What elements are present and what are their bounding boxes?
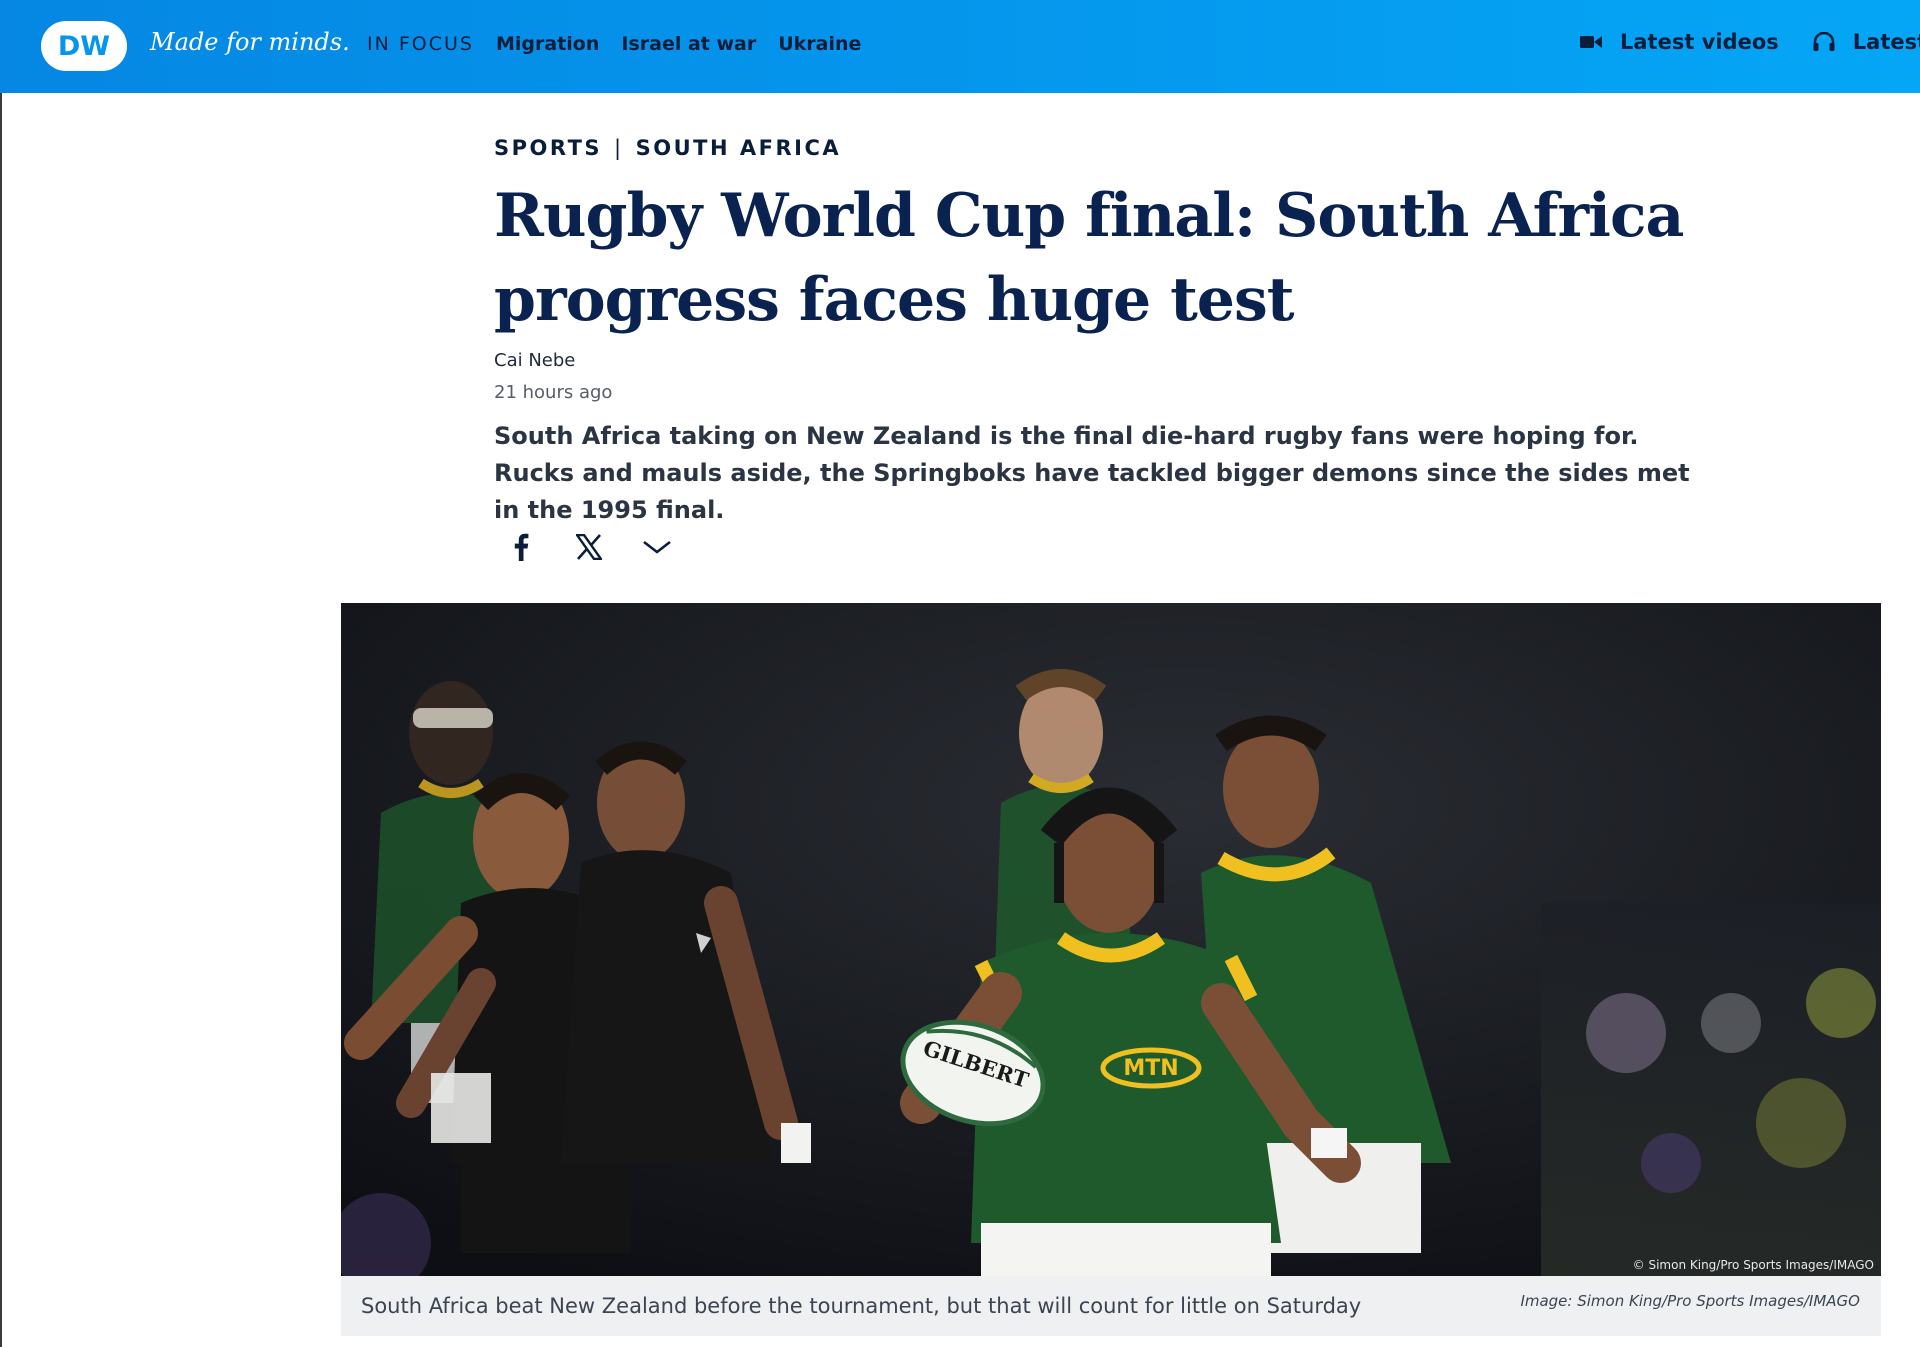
share-x-button[interactable] — [574, 530, 604, 564]
image-caption-bar: South Africa beat New Zealand before the… — [341, 1276, 1881, 1336]
headphones-icon — [1813, 32, 1835, 51]
nav-link-israel-at-war[interactable]: Israel at war — [621, 33, 756, 55]
latest-audio-label: Latest — [1852, 30, 1920, 54]
article-hero-image[interactable]: MTN GILBERT © Simon King/Pro Sports Imag… — [341, 603, 1881, 1276]
image-overlay-credit: © Simon King/Pro Sports Images/IMAGO — [1632, 1258, 1874, 1272]
facebook-icon — [514, 533, 529, 561]
kicker-link-sports[interactable]: SPORTS — [494, 136, 602, 160]
page-left-border — [0, 93, 2, 1347]
dw-logo-icon: DW — [41, 21, 127, 71]
article-kicker: SPORTS | SOUTH AFRICA — [494, 136, 841, 160]
kicker-link-south-africa[interactable]: SOUTH AFRICA — [636, 136, 842, 160]
nav-link-migration[interactable]: Migration — [496, 33, 599, 55]
dw-logo[interactable]: DW — [40, 20, 128, 72]
latest-videos-label: Latest videos — [1620, 30, 1779, 54]
latest-videos-link[interactable]: Latest videos — [1580, 30, 1779, 54]
article-headline: Rugby World Cup final: South Africa prog… — [494, 181, 1684, 335]
kicker-separator: | — [614, 136, 624, 160]
chevron-down-icon — [643, 540, 671, 554]
article-teaser: South Africa taking on New Zealand is th… — [494, 422, 1690, 524]
top-nav: IN FOCUS Migration Israel at war Ukraine — [367, 33, 883, 55]
image-credit: Image: Simon King/Pro Sports Images/IMAG… — [1520, 1292, 1860, 1310]
tagline: Made for minds. — [150, 28, 350, 56]
nav-link-ukraine[interactable]: Ukraine — [778, 33, 861, 55]
article-date: 21 hours ago — [494, 382, 613, 403]
header-right-links: Latest videos Latest — [1580, 30, 1920, 54]
latest-audio-link[interactable]: Latest — [1813, 30, 1920, 54]
site-header: DW Made for minds. IN FOCUS Migration Is… — [0, 0, 1920, 93]
video-camera-icon — [1580, 36, 1602, 48]
share-bar — [506, 530, 672, 564]
svg-text:DW: DW — [58, 31, 110, 62]
share-more-button[interactable] — [642, 530, 672, 564]
image-caption: South Africa beat New Zealand before the… — [361, 1294, 1362, 1318]
x-icon — [576, 534, 602, 560]
jersey-sponsor-text: MTN — [1123, 1056, 1178, 1081]
share-facebook-button[interactable] — [506, 530, 536, 564]
article-author[interactable]: Cai Nebe — [494, 350, 575, 371]
rugby-photo: MTN GILBERT — [341, 603, 1881, 1276]
in-focus-label: IN FOCUS — [367, 33, 474, 55]
